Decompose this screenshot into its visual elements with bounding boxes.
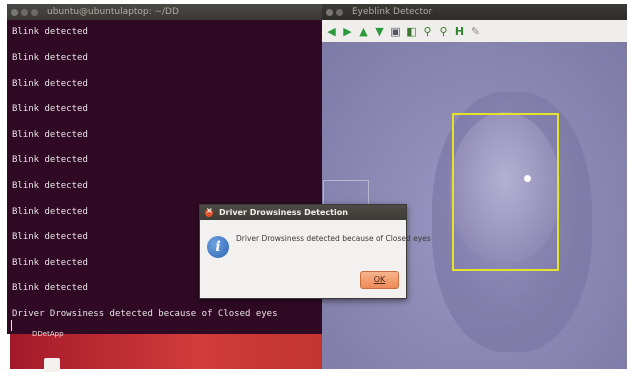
info-icon: i [207, 236, 229, 258]
dialog-message: Driver Drowsiness detected because of Cl… [236, 234, 431, 243]
dialog-title: Driver Drowsiness Detection [219, 208, 348, 217]
terminal-title: ubuntu@ubuntulaptop: ~/DD [47, 7, 179, 17]
terminal-line: Driver Drowsiness detected because of Cl… [12, 309, 278, 319]
terminal-line: Blink detected [12, 181, 88, 191]
close-window-icon[interactable] [326, 8, 333, 16]
arrow-left-icon[interactable]: ◀ [326, 25, 337, 38]
close-window-icon[interactable] [11, 8, 18, 16]
camera-titlebar[interactable]: Eyeblink Detector [322, 4, 627, 20]
terminal-line: Blink detected [12, 207, 88, 217]
pen-icon[interactable]: ✎ [470, 25, 481, 38]
arrow-down-icon[interactable]: ▼ [374, 25, 385, 38]
terminal-line: Blink detected [12, 258, 88, 268]
desktop-background: DDetApp [10, 330, 322, 372]
maximize-window-icon[interactable] [31, 8, 38, 16]
terminal-line: Blink detected [12, 155, 88, 165]
minimize-window-icon[interactable] [21, 8, 28, 16]
terminal-line: Blink detected [12, 79, 88, 89]
camera-window-title: Eyeblink Detector [352, 7, 433, 17]
terminal-line: Blink detected [12, 232, 88, 242]
terminal-cursor [11, 320, 12, 331]
desktop-icon-label: DDetApp [32, 330, 64, 338]
terminal-line: Blink detected [12, 27, 88, 37]
drowsiness-alert-dialog[interactable]: Driver Drowsiness Detection i Driver Dro… [199, 204, 431, 299]
terminal-line: Blink detected [12, 104, 88, 114]
fit-icon[interactable]: ◧ [406, 25, 417, 38]
file-icon[interactable] [44, 358, 60, 372]
arrow-right-icon[interactable]: ▶ [342, 25, 353, 38]
terminal-line: Blink detected [12, 283, 88, 293]
ok-button[interactable]: OK [360, 271, 399, 289]
terminal-line: Blink detected [12, 130, 88, 140]
face-detection-box [452, 113, 559, 271]
terminal-titlebar[interactable]: ubuntu@ubuntulaptop: ~/DD [7, 4, 322, 20]
save-icon[interactable]: ▣ [390, 25, 401, 38]
terminal-line: Blink detected [12, 53, 88, 63]
close-icon[interactable] [205, 206, 213, 217]
zoom-in-icon[interactable]: ⚲ [422, 25, 433, 38]
properties-icon[interactable]: H [454, 25, 465, 38]
dialog-titlebar[interactable]: Driver Drowsiness Detection [200, 205, 406, 220]
minimize-window-icon[interactable] [336, 8, 343, 16]
zoom-out-icon[interactable]: ⚲ [438, 25, 449, 38]
eyeblink-detector-window[interactable]: Eyeblink Detector ◀ ▶ ▲ ▼ ▣ ◧ ⚲ ⚲ H ✎ [322, 4, 627, 369]
image-toolbar: ◀ ▶ ▲ ▼ ▣ ◧ ⚲ ⚲ H ✎ [322, 20, 627, 42]
arrow-up-icon[interactable]: ▲ [358, 25, 369, 38]
